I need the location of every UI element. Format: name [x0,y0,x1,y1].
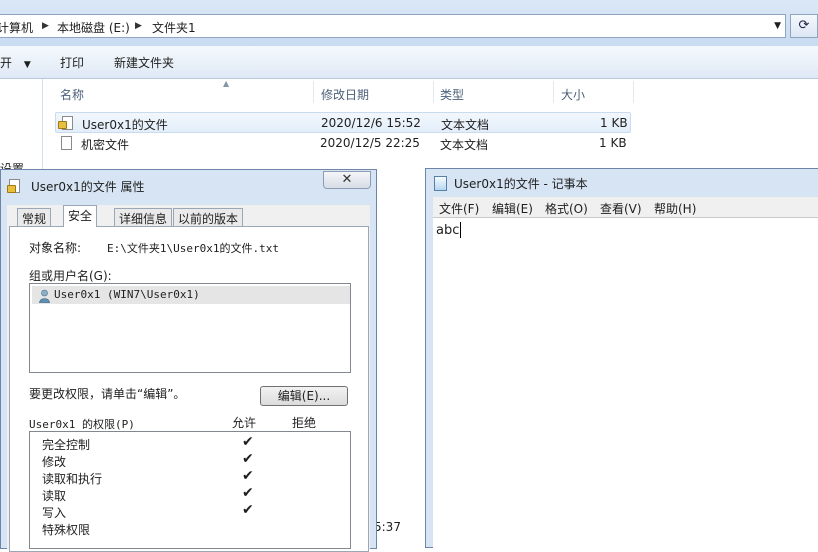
document-text: abc [436,223,460,238]
users-listbox[interactable]: User0x1 (WIN7\User0x1) [29,283,351,373]
perm-read-execute: 读取和执行 [42,472,103,486]
sort-ascending-icon: ▲ [223,79,230,88]
column-size[interactable]: 大小 [561,86,585,103]
column-divider[interactable] [633,81,634,103]
menu-help[interactable]: 帮助(H) [654,200,696,217]
notepad-window: User0x1的文件 - 记事本 文件(F) 编辑(E) 格式(O) 查看(V)… [425,168,818,550]
file-type: 文本文档 [440,138,489,152]
allow-header: 允许 [232,416,257,430]
check-icon: ✔ [242,468,254,484]
tab-security[interactable]: 安全 [63,205,98,227]
close-icon: ✕ [341,172,353,187]
file-type: 文本文档 [441,118,490,132]
breadcrumb-separator-icon[interactable]: ▶ [42,21,49,31]
lock-icon [7,185,16,193]
tab-previous-versions[interactable]: 以前的版本 [173,208,244,226]
new-folder-button[interactable]: 新建文件夹 [114,54,174,71]
perm-full-control: 完全控制 [42,438,91,452]
change-hint: 要更改权限，请单击“编辑”。 [29,387,186,401]
file-size: 1 KB [600,116,628,130]
open-button[interactable]: 开 ▼ [0,54,31,71]
check-icon: ✔ [242,502,254,518]
menu-file[interactable]: 文件(F) [439,200,479,217]
menu-format[interactable]: 格式(O) [545,200,588,217]
column-date[interactable]: 修改日期 [321,86,369,103]
text-caret [460,222,461,238]
breadcrumb-computer[interactable]: 计算机 [0,19,33,36]
menu-view[interactable]: 查看(V) [600,200,642,217]
user-icon [39,289,50,303]
tab-general[interactable]: 常规 [17,208,52,226]
properties-dialog: User0x1的文件 属性 ✕ 常规 安全 详细信息 以前的版本 对象名称: E… [0,169,377,552]
address-dropdown-icon[interactable]: ▼ [774,21,781,31]
command-toolbar: 开 ▼ 打印 新建文件夹 [0,46,818,79]
breadcrumb-separator-icon[interactable]: ▶ [135,21,142,31]
breadcrumb-folder[interactable]: 文件夹1 [152,19,196,36]
deny-header: 拒绝 [292,416,317,430]
tab-details[interactable]: 详细信息 [114,208,173,226]
object-name-label: 对象名称: [29,241,82,255]
security-panel: 对象名称: E:\文件夹1\User0x1的文件.txt 组或用户名(G): U… [9,226,369,552]
address-bar[interactable]: 计算机 ▶ 本地磁盘 (E:) ▶ 文件夹1 ▼ [0,14,786,38]
object-name-value: E:\文件夹1\User0x1的文件.txt [107,242,279,255]
column-type[interactable]: 类型 [440,86,464,103]
text-editor[interactable]: abc [433,217,818,550]
lock-icon [58,121,67,129]
breadcrumb-drive[interactable]: 本地磁盘 (E:) [57,19,130,36]
list-item[interactable]: User0x1 (WIN7\User0x1) [32,286,350,304]
file-name: 机密文件 [81,138,130,152]
check-icon: ✔ [242,451,254,467]
column-divider[interactable] [433,81,434,103]
text-file-icon [7,179,20,193]
file-name: User0x1的文件 [82,118,168,132]
check-icon: ✔ [242,434,254,450]
file-date: 2020/12/5 22:25 [320,136,420,150]
notepad-icon [434,176,447,191]
column-divider[interactable] [313,81,314,103]
file-size: 1 KB [599,136,627,150]
edit-button[interactable]: 编辑(E)... [260,386,348,406]
perm-modify: 修改 [42,455,67,469]
print-button[interactable]: 打印 [60,54,84,71]
text-file-icon [61,136,72,150]
window-title: User0x1的文件 - 记事本 [454,177,588,191]
dialog-body: 常规 安全 详细信息 以前的版本 对象名称: E:\文件夹1\User0x1的文… [7,205,370,552]
address-bar-area: 计算机 ▶ 本地磁盘 (E:) ▶ 文件夹1 ▼ ⟳ [0,0,818,46]
close-button[interactable]: ✕ [323,171,371,189]
user-name: User0x1 (WIN7\User0x1) [54,288,200,301]
permissions-listbox[interactable]: 完全控制 ✔ 修改 ✔ 读取和执行 ✔ 读取 ✔ 写入 ✔ 特殊权限 [29,431,351,549]
refresh-icon[interactable]: ⟳ [790,14,818,38]
file-row[interactable]: User0x1的文件 2020/12/6 15:52 文本文档 1 KB [55,112,631,133]
menu-bar: 文件(F) 编辑(E) 格式(O) 查看(V) 帮助(H) [433,197,818,217]
permissions-label: User0x1 的权限(P) [29,418,135,431]
column-header: ▲ 名称 修改日期 类型 大小 [43,79,818,105]
partial-timestamp: 5:37 [374,520,401,534]
column-name[interactable]: 名称 [60,86,84,103]
open-button-label: 开 [0,56,13,70]
perm-write: 写入 [42,506,67,520]
menu-edit[interactable]: 编辑(E) [492,200,533,217]
column-divider[interactable] [553,81,554,103]
perm-special: 特殊权限 [42,523,91,537]
perm-read: 读取 [42,489,67,503]
chevron-down-icon: ▼ [23,60,31,70]
group-label: 组或用户名(G): [29,269,112,283]
dialog-title: User0x1的文件 属性 [31,180,145,194]
file-row[interactable]: 机密文件 2020/12/5 22:25 文本文档 1 KB [55,133,631,154]
check-icon: ✔ [242,485,254,501]
file-date: 2020/12/6 15:52 [321,116,421,130]
